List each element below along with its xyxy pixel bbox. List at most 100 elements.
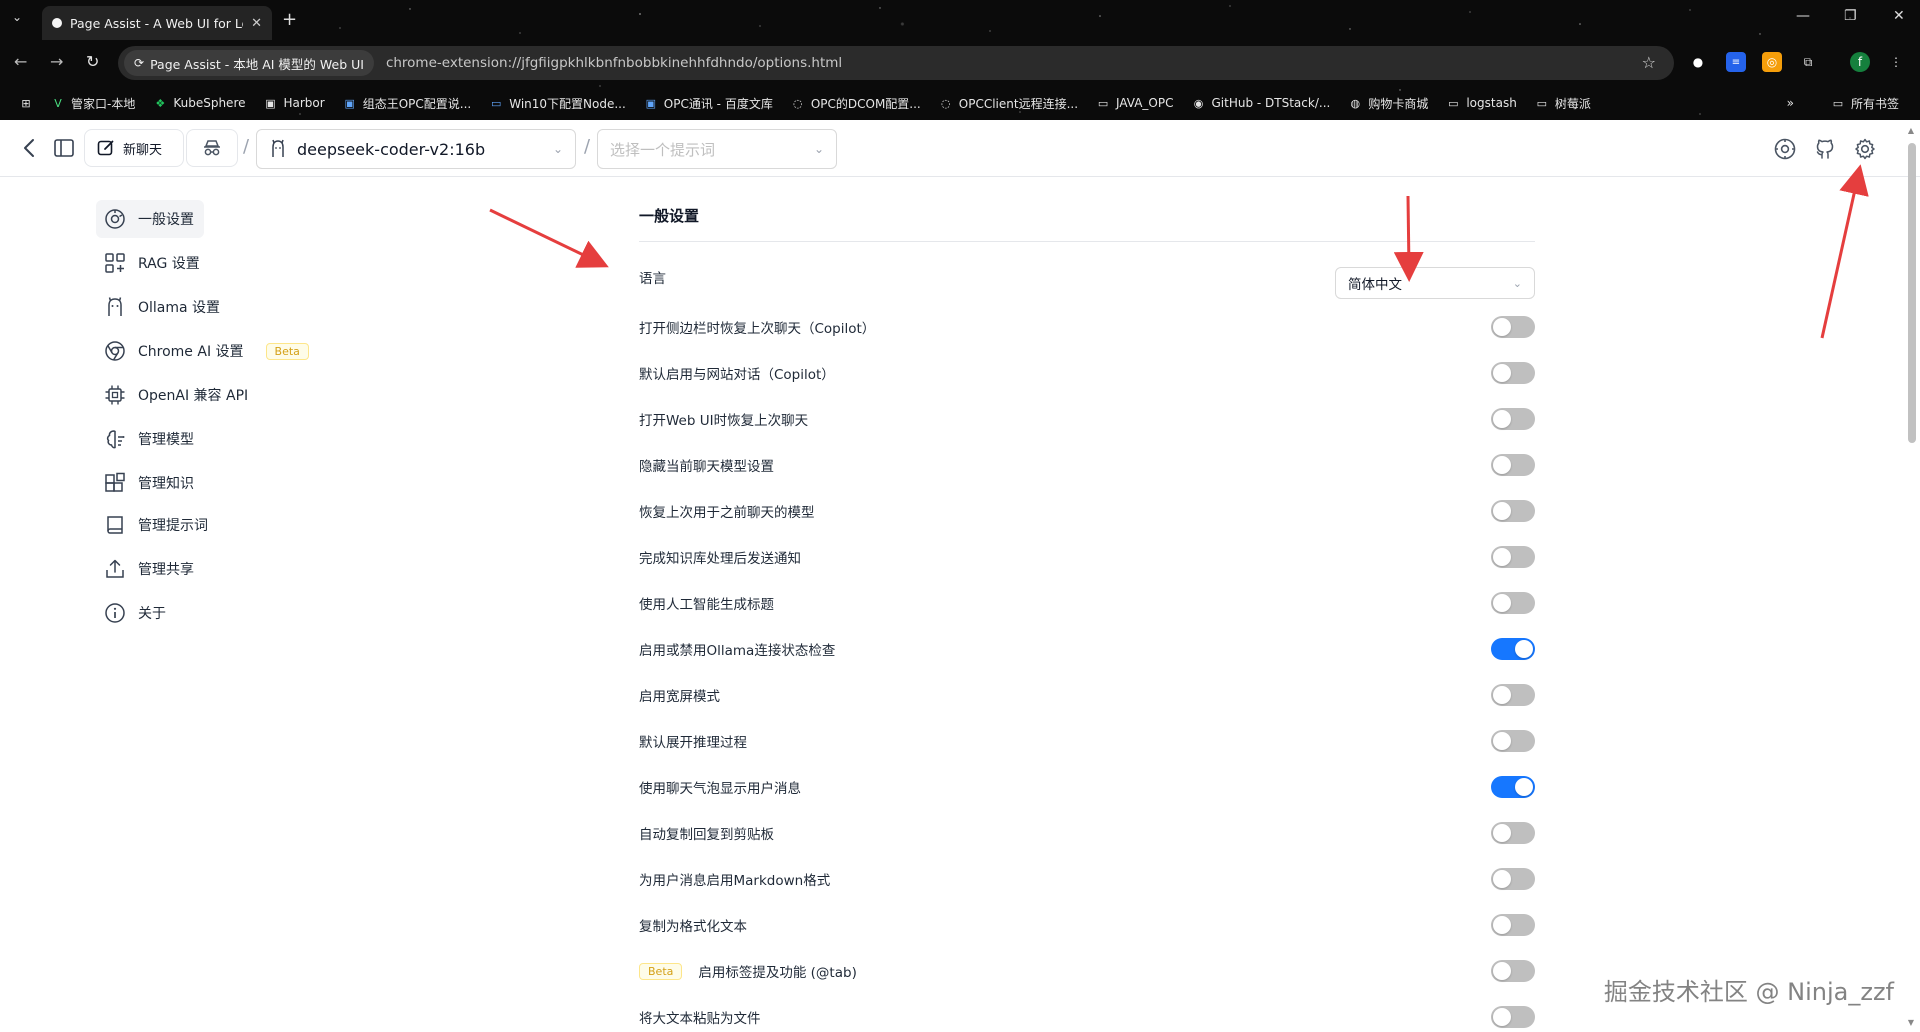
toggle-knob bbox=[1515, 778, 1533, 796]
setting-row: 将大文本粘贴为文件 bbox=[639, 997, 1535, 1032]
bookmark-item[interactable]: V 管家口-本地 bbox=[42, 91, 144, 115]
bookmark-item[interactable]: ▣ 组态王OPC配置说... bbox=[334, 91, 481, 115]
apps-grid-icon[interactable]: ⊞ bbox=[10, 91, 42, 115]
extension-dot-icon[interactable]: ● bbox=[1688, 52, 1708, 72]
sidebar-item-models[interactable]: 管理模型 bbox=[96, 420, 204, 458]
bookmark-item[interactable]: ▭ Win10下配置Node... bbox=[480, 91, 635, 115]
share-icon bbox=[106, 559, 124, 578]
extensions-puzzle-icon[interactable]: ⧉ bbox=[1798, 52, 1818, 72]
setting-toggle-switch[interactable] bbox=[1491, 684, 1535, 706]
scroll-down-arrow-icon[interactable]: ▼ bbox=[1908, 1018, 1914, 1027]
sidebar-item-label: RAG 设置 bbox=[138, 256, 200, 272]
language-select[interactable]: 简体中文 ⌄ bbox=[1335, 267, 1535, 299]
setting-toggle-switch[interactable] bbox=[1491, 454, 1535, 476]
address-bar[interactable]: ⟳ Page Assist - 本地 AI 模型的 Web UI chrome-… bbox=[118, 46, 1674, 80]
sidebar-item-label: 管理提示词 bbox=[138, 518, 208, 534]
setting-toggle-switch[interactable] bbox=[1491, 914, 1535, 936]
setting-toggle-switch[interactable] bbox=[1491, 316, 1535, 338]
reload-icon[interactable]: ↻ bbox=[86, 52, 99, 71]
setting-toggle-switch[interactable] bbox=[1491, 960, 1535, 982]
bookmark-item[interactable]: ◌ OPCClient远程连接... bbox=[930, 91, 1087, 115]
setting-toggle-switch[interactable] bbox=[1491, 822, 1535, 844]
bookmark-item[interactable]: ▣ Harbor bbox=[255, 91, 334, 115]
back-chevron-icon[interactable] bbox=[18, 136, 40, 160]
beta-badge: Beta bbox=[639, 962, 683, 980]
bookmark-item[interactable]: ◉ GitHub - DTStack/... bbox=[1183, 91, 1340, 115]
watermark: 掘金技术社区 @ Ninja_zzf bbox=[1603, 978, 1894, 1006]
browser-chrome: ⌄ Page Assist - A Web UI for Lo ✕ + — ❐ … bbox=[0, 0, 1920, 120]
profile-avatar[interactable]: f bbox=[1850, 52, 1870, 72]
bookmark-star-icon[interactable]: ☆ bbox=[1642, 53, 1656, 72]
bookmarks-bar: ⊞ V 管家口-本地 ❖ KubeSphere ▣ Harbor ▣ 组态王OPC配置说… bbox=[0, 88, 1920, 118]
url-text[interactable]: chrome-extension://jfgfiigpkhlkbnfnbobbk… bbox=[386, 55, 842, 71]
extension-orange-icon[interactable]: ◎ bbox=[1762, 52, 1782, 72]
setting-row: 打开侧边栏时恢复上次聊天（Copilot） bbox=[639, 307, 1535, 347]
sidebar-item-label: 管理共享 bbox=[138, 562, 194, 578]
bookmark-folder[interactable]: ▭ logstash bbox=[1437, 91, 1525, 115]
bookmark-item[interactable]: ◌ OPC的DCOM配置... bbox=[782, 91, 930, 115]
temporary-chat-button[interactable] bbox=[186, 129, 238, 167]
close-tab-icon[interactable]: ✕ bbox=[251, 16, 262, 31]
chevron-down-icon: ⌄ bbox=[813, 142, 824, 156]
back-icon[interactable]: ← bbox=[14, 52, 27, 71]
bookmark-folder[interactable]: ▭ JAVA_OPC bbox=[1087, 91, 1182, 115]
sidebar-item-chrome-ai[interactable]: Chrome AI 设置 Beta bbox=[96, 332, 319, 370]
setting-label: 恢复上次用于之前聊天的模型 bbox=[639, 505, 815, 521]
setting-toggle-switch[interactable] bbox=[1491, 408, 1535, 430]
new-tab-icon[interactable]: + bbox=[282, 9, 297, 30]
setting-toggle-switch[interactable] bbox=[1491, 362, 1535, 384]
tab-search-chevron-icon[interactable]: ⌄ bbox=[12, 10, 32, 30]
setting-toggle-switch[interactable] bbox=[1491, 730, 1535, 752]
setting-toggle-switch[interactable] bbox=[1491, 592, 1535, 614]
sidebar-item-knowledge[interactable]: 管理知识 bbox=[96, 464, 204, 502]
sidebar-item-general[interactable]: 一般设置 bbox=[96, 200, 204, 238]
restore-icon[interactable]: ❐ bbox=[1844, 8, 1857, 24]
setting-label-wrap: 使用聊天气泡显示用户消息 bbox=[639, 777, 801, 797]
new-chat-label: 新聊天 bbox=[123, 142, 163, 158]
sidebar-item-rag[interactable]: RAG 设置 bbox=[96, 244, 210, 282]
setting-toggle-switch[interactable] bbox=[1491, 868, 1535, 890]
setting-toggle-switch[interactable] bbox=[1491, 546, 1535, 568]
more-bookmarks-icon[interactable]: » bbox=[1787, 96, 1794, 110]
new-chat-button[interactable]: 新聊天 bbox=[84, 129, 184, 167]
setting-toggle-switch[interactable] bbox=[1491, 1006, 1535, 1028]
model-select[interactable]: deepseek-coder-v2:16b ⌄ bbox=[256, 129, 576, 169]
scroll-up-arrow-icon[interactable]: ▲ bbox=[1908, 126, 1914, 135]
setting-toggle-switch[interactable] bbox=[1491, 638, 1535, 660]
sidebar-toggle-icon[interactable] bbox=[52, 136, 76, 160]
bookmark-item[interactable]: ❖ KubeSphere bbox=[144, 91, 254, 115]
bookmark-item[interactable]: ◍ 购物卡商城 bbox=[1339, 91, 1437, 115]
github-icon[interactable] bbox=[1812, 136, 1838, 162]
folder-icon: ▭ bbox=[1536, 96, 1548, 110]
sidebar-item-about[interactable]: 关于 bbox=[96, 594, 176, 632]
minimize-icon[interactable]: — bbox=[1796, 8, 1810, 24]
bookmark-item[interactable]: ▣ OPC通讯 - 百度文库 bbox=[635, 91, 782, 115]
setting-row: 启用宽屏模式 bbox=[639, 675, 1535, 715]
prompt-select[interactable]: 选择一个提示词 ⌄ bbox=[597, 129, 837, 169]
ollama-settings-icon[interactable] bbox=[1772, 136, 1798, 162]
language-select-value: 简体中文 bbox=[1348, 277, 1402, 293]
sidebar-item-openai-api[interactable]: OpenAI 兼容 API bbox=[96, 376, 258, 414]
browser-menu-icon[interactable]: ⋮ bbox=[1886, 52, 1906, 72]
site-info-chip[interactable]: ⟳ Page Assist - 本地 AI 模型的 Web UI bbox=[124, 50, 374, 76]
toggle-knob bbox=[1493, 1008, 1511, 1026]
browser-tab[interactable]: Page Assist - A Web UI for Lo ✕ bbox=[42, 6, 272, 40]
setting-toggle-switch[interactable] bbox=[1491, 500, 1535, 522]
toggle-knob bbox=[1493, 962, 1511, 980]
sidebar-item-ollama[interactable]: Ollama 设置 bbox=[96, 288, 230, 326]
close-window-icon[interactable]: ✕ bbox=[1893, 8, 1905, 24]
all-bookmarks-folder[interactable]: ▭ 所有书签 bbox=[1822, 91, 1908, 115]
sidebar-item-label: 管理模型 bbox=[138, 432, 194, 448]
bookmark-folder[interactable]: ▭ 树莓派 bbox=[1526, 91, 1600, 115]
brain-icon bbox=[106, 430, 125, 449]
tab-title: Page Assist - A Web UI for Lo bbox=[70, 15, 244, 31]
gear-icon[interactable] bbox=[1852, 136, 1878, 162]
forward-icon[interactable]: → bbox=[50, 52, 63, 71]
page-scrollbar[interactable] bbox=[1908, 143, 1916, 443]
sidebar-item-share[interactable]: 管理共享 bbox=[96, 550, 204, 588]
setting-label-wrap: Beta 启用标签提及功能 (@tab) bbox=[639, 961, 857, 981]
toggle-knob bbox=[1493, 502, 1511, 520]
extension-blue-icon[interactable]: ≡ bbox=[1726, 52, 1746, 72]
setting-toggle-switch[interactable] bbox=[1491, 776, 1535, 798]
sidebar-item-prompts[interactable]: 管理提示词 bbox=[96, 506, 218, 544]
